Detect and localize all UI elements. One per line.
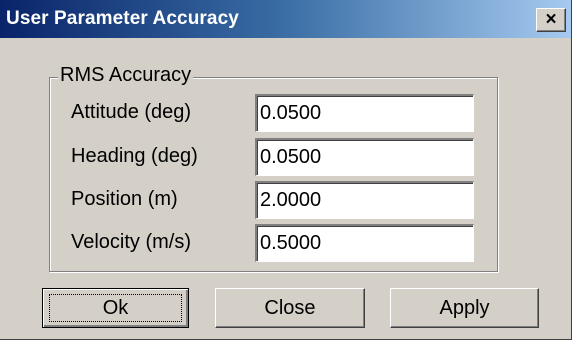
heading-input[interactable]: 0.0500 — [255, 138, 474, 176]
attitude-input[interactable]: 0.0500 — [255, 94, 474, 132]
window-title: User Parameter Accuracy — [6, 8, 239, 29]
ok-button-label: Ok — [102, 297, 129, 319]
velocity-label: Velocity (m/s) — [71, 231, 192, 253]
apply-button-label: Apply — [439, 297, 490, 319]
title-bar[interactable]: User Parameter Accuracy × — [0, 0, 571, 38]
position-label: Position (m) — [71, 188, 178, 210]
close-window-button[interactable]: × — [536, 8, 566, 32]
dialog-window: User Parameter Accuracy × RMS Accuracy A… — [0, 0, 572, 340]
close-icon: × — [545, 9, 557, 30]
heading-label: Heading (deg) — [71, 145, 198, 167]
groupbox-legend: RMS Accuracy — [58, 64, 194, 87]
position-input[interactable]: 2.0000 — [255, 181, 474, 219]
close-button[interactable]: Close — [215, 288, 365, 328]
close-button-label: Close — [264, 297, 316, 319]
ok-button[interactable]: Ok — [42, 288, 189, 328]
apply-button[interactable]: Apply — [390, 288, 539, 328]
attitude-label: Attitude (deg) — [71, 101, 192, 123]
velocity-input[interactable]: 0.5000 — [255, 224, 474, 262]
